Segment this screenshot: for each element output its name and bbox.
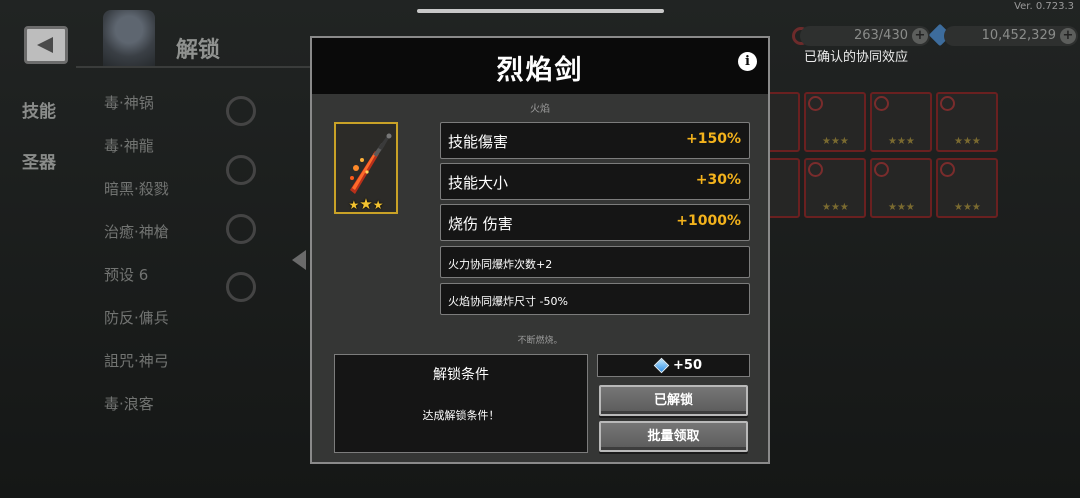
relic-detail-modal: 烈焰剑 i 火焰 ★★★ 技能傷害 +150% 技能大小 +30% 烧伤 伤害 … [310,36,770,464]
stat-label: 烧伤 伤害 [448,215,513,233]
relic-slot[interactable]: ★★★ [870,158,932,218]
back-arrow-icon[interactable] [24,26,68,64]
unlocked-button[interactable]: 已解锁 [599,385,748,416]
ban-icon [808,162,823,177]
star-icon: ★★★ [954,136,981,147]
modal-title: 烈焰剑 [496,55,584,86]
flame-sword-icon [350,133,392,194]
stat-value: +30% [695,172,741,188]
sort-icon[interactable] [226,96,256,126]
synergy-note-text: 火力协同爆炸次数+2 [448,258,553,271]
reward-box: +50 [597,354,750,377]
star-icon: ★★★ [888,202,915,213]
gem-icon [653,357,670,374]
home-indicator [417,9,664,13]
stat-label: 技能大小 [448,174,509,192]
stat-value: +150% [686,131,741,147]
unlock-condition-title: 解锁条件 [433,367,489,383]
header-divider [76,66,312,68]
tab-unlock[interactable]: 解锁 [176,32,220,64]
ban-icon [874,96,889,111]
ban-icon [940,162,955,177]
rarity-stars: ★★★ [336,195,396,213]
relic-icon-frame: ★★★ [334,122,398,214]
gem-value: 10,452,329 [981,28,1056,43]
ban-icon [874,162,889,177]
collapse-arrow-icon[interactable] [292,250,306,270]
preset-item[interactable]: 詛咒·神弓 [104,340,169,383]
preset-item[interactable]: 防反·傭兵 [104,297,169,340]
relic-slot[interactable]: ★★★ [870,92,932,152]
refresh-icon[interactable] [226,272,256,302]
preset-list: 毒·神锅 毒·神龍 暗黑·殺戮 治癒·神槍 预设 6 防反·傭兵 詛咒·神弓 毒… [104,82,169,426]
relic-slot[interactable]: ★★★ [804,158,866,218]
stat-row: 烧伤 伤害 +1000% [440,204,750,241]
energy-counter: 263/430 + [800,26,930,46]
preset-item[interactable]: 治癒·神槍 [104,211,169,254]
stat-label: 技能傷害 [448,133,509,151]
ban-icon [808,96,823,111]
ban-icon [940,96,955,111]
modal-header: 烈焰剑 i [312,38,768,94]
star-icon: ★ [348,198,360,212]
flavor-text: 不断燃烧。 [517,336,563,346]
synergy-title: 已确认的协同效应 [804,50,909,65]
stat-value: +1000% [676,213,741,229]
stat-row: 技能傷害 +150% [440,122,750,159]
scroll-icon[interactable] [226,155,256,185]
tab-relic[interactable]: 圣器 [22,148,56,173]
gem-counter: 10,452,329 + [944,26,1078,46]
star-icon: ★★★ [822,136,849,147]
stat-row: 技能大小 +30% [440,163,750,200]
preset-item[interactable]: 毒·神锅 [104,82,169,125]
star-icon: ★★★ [888,136,915,147]
add-gems-icon[interactable]: + [1060,28,1076,44]
relic-slot[interactable]: ★★★ [804,92,866,152]
preset-item[interactable]: 暗黑·殺戮 [104,168,169,211]
preset-item[interactable]: 毒·神龍 [104,125,169,168]
unlock-condition-box: 解锁条件 达成解锁条件！ [334,354,588,453]
relic-slot[interactable]: ★★★ [936,92,998,152]
synergy-note: 火焰协同爆炸尺寸 -50% [440,283,750,315]
synergy-note-text: 火焰协同爆炸尺寸 -50% [448,295,568,308]
version-label: Ver. 0.723.3 [1014,1,1074,12]
character-portrait [103,10,155,66]
ban-filter-icon[interactable] [226,214,256,244]
star-icon: ★ [359,195,373,213]
batch-claim-button[interactable]: 批量领取 [599,421,748,452]
tab-skill[interactable]: 技能 [22,97,56,122]
unlock-condition-text: 达成解锁条件！ [422,409,500,422]
relic-slot[interactable]: ★★★ [936,158,998,218]
reward-value: +50 [673,358,702,373]
add-energy-icon[interactable]: + [912,28,928,44]
star-icon: ★ [372,198,384,212]
star-icon: ★★★ [822,202,849,213]
star-icon: ★★★ [954,202,981,213]
synergy-note: 火力协同爆炸次数+2 [440,246,750,278]
info-icon[interactable]: i [738,52,757,71]
preset-item[interactable]: 预设 6 [104,254,169,297]
relic-category: 火焰 [530,104,550,115]
energy-value: 263/430 [853,28,908,43]
preset-item[interactable]: 毒·浪客 [104,383,169,426]
